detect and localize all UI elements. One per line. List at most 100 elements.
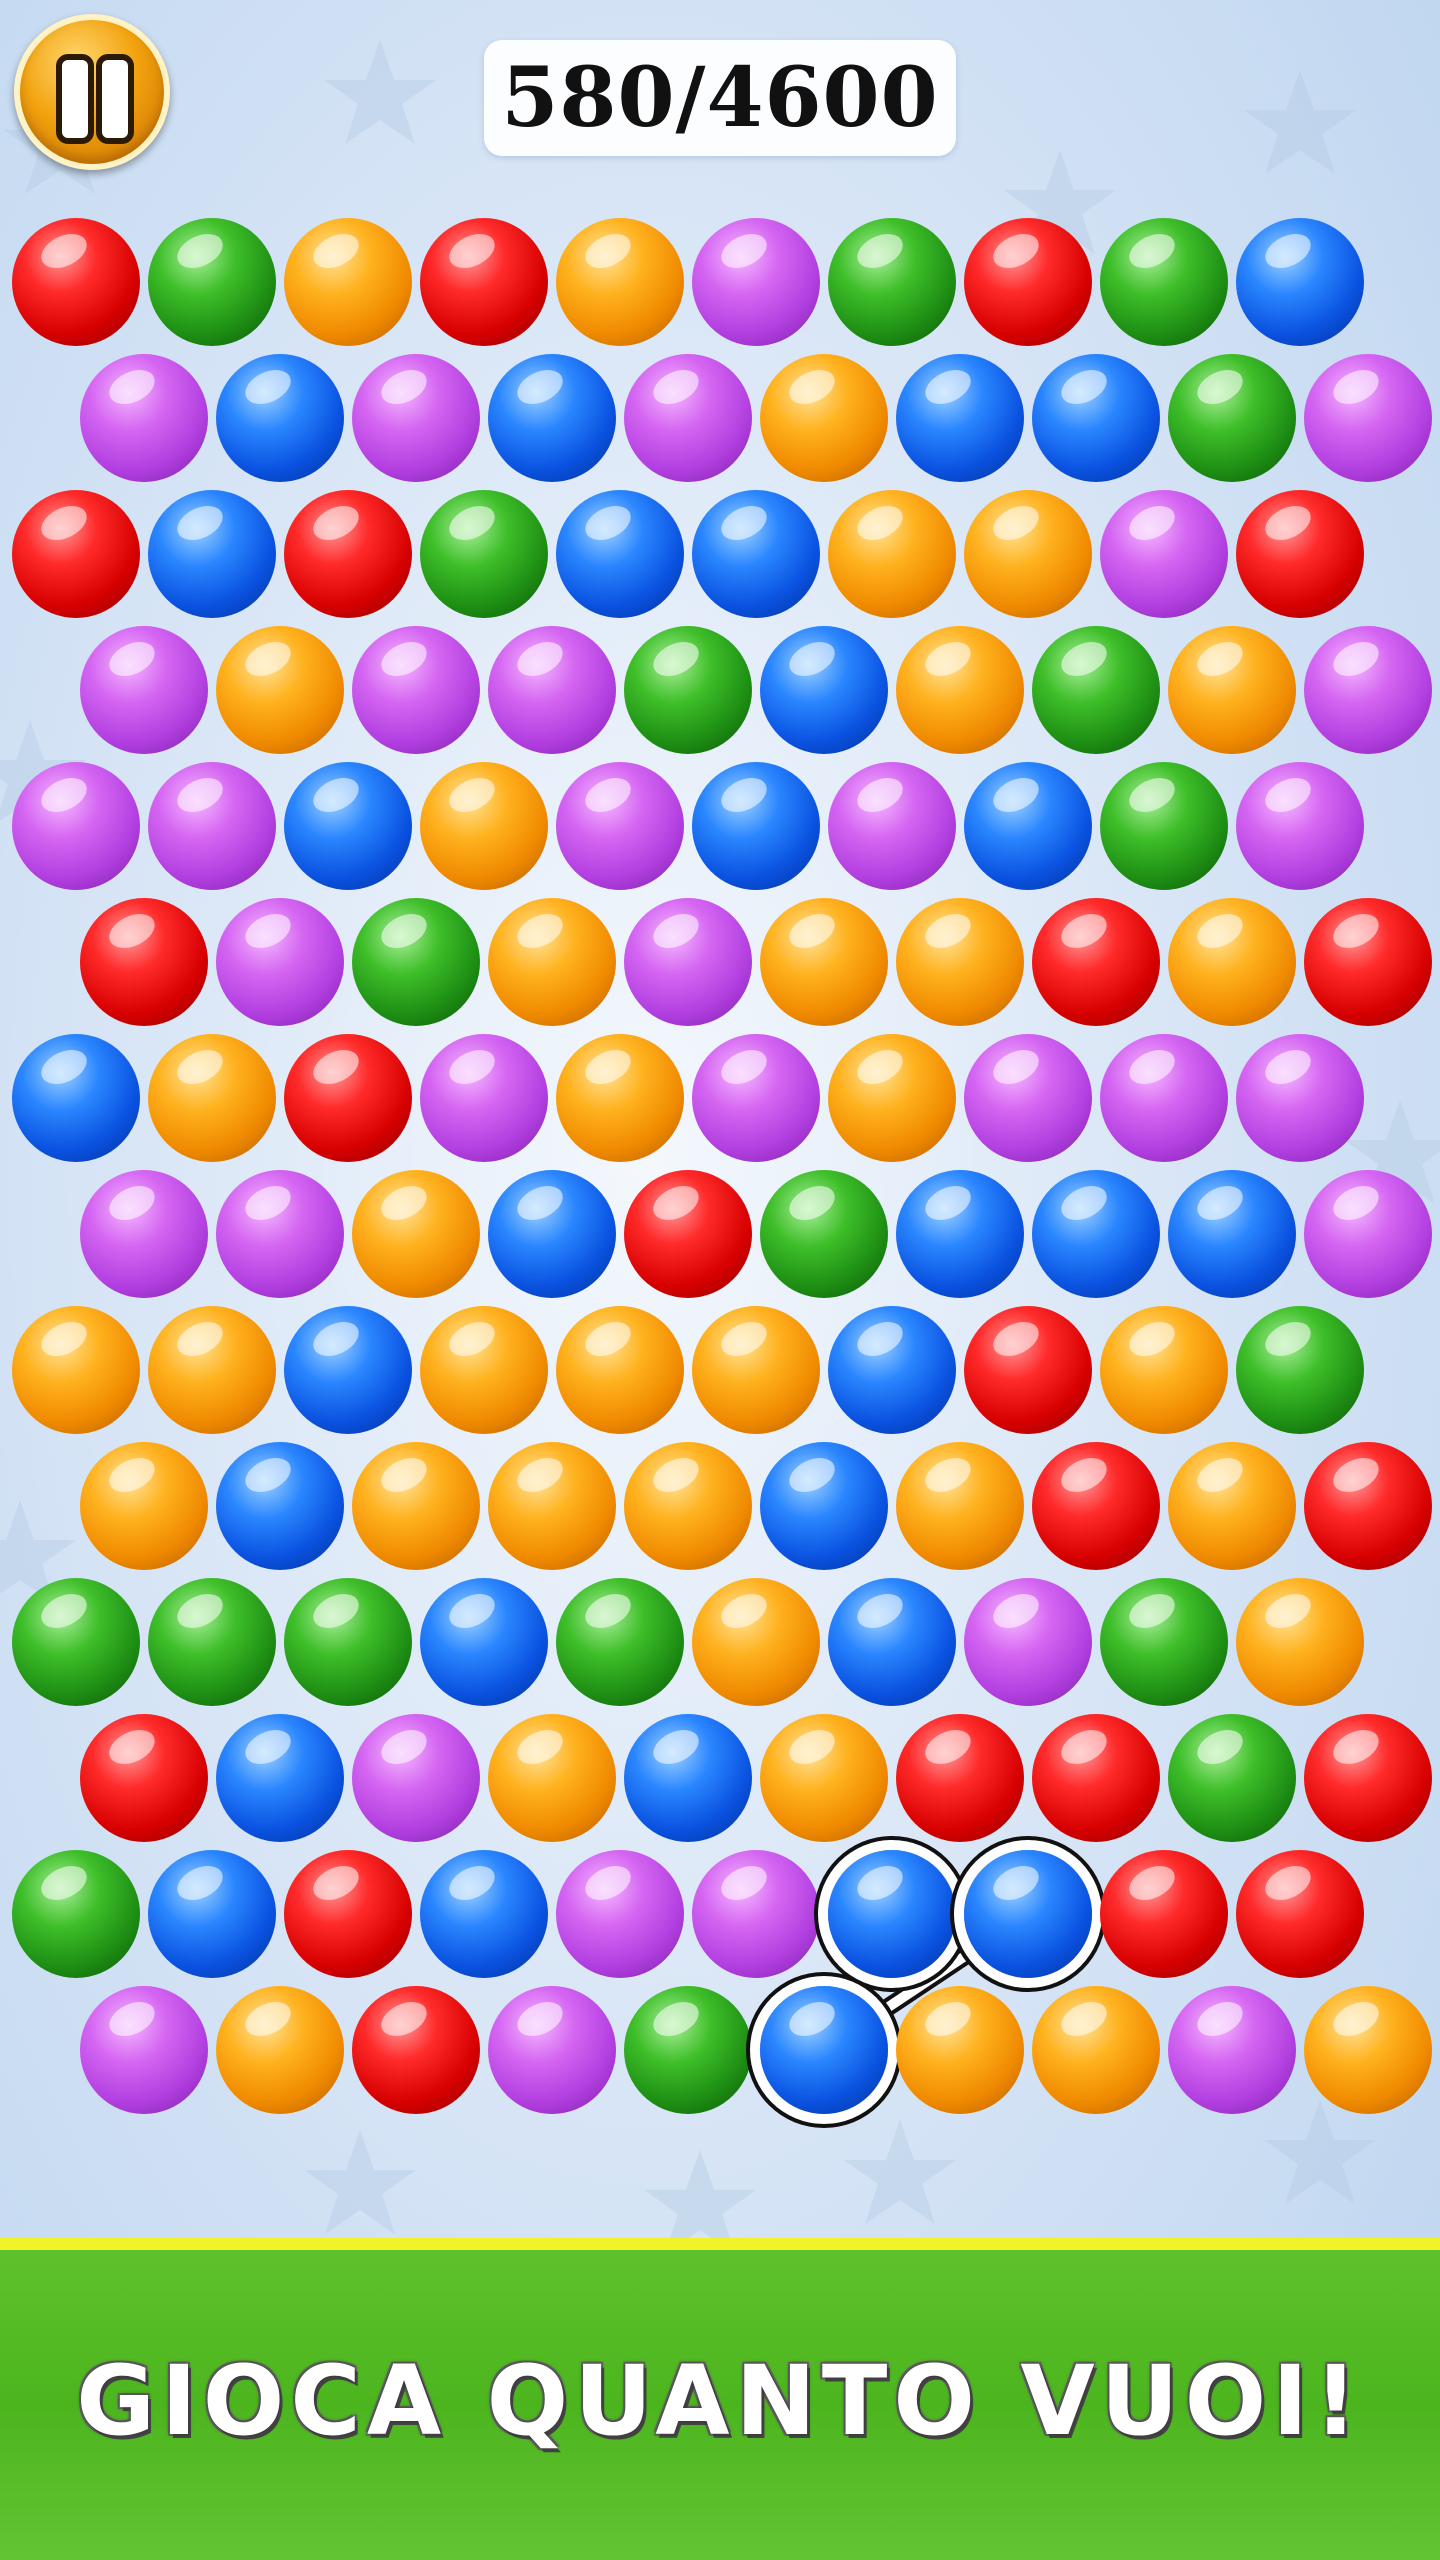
bubble-purple[interactable]	[1100, 1034, 1228, 1162]
pause-button[interactable]	[14, 14, 170, 170]
bubble-blue[interactable]	[964, 1850, 1092, 1978]
bubble-orange[interactable]	[284, 218, 412, 346]
bubble-green[interactable]	[1032, 626, 1160, 754]
bubble-purple[interactable]	[1168, 1986, 1296, 2114]
bubble-green[interactable]	[828, 218, 956, 346]
bubble-blue[interactable]	[284, 762, 412, 890]
bubble-green[interactable]	[284, 1578, 412, 1706]
bubble-orange[interactable]	[1100, 1306, 1228, 1434]
bubble-purple[interactable]	[80, 1170, 208, 1298]
bubble-blue[interactable]	[1032, 1170, 1160, 1298]
bubble-red[interactable]	[624, 1170, 752, 1298]
bubble-purple[interactable]	[80, 354, 208, 482]
bubble-purple[interactable]	[556, 1850, 684, 1978]
bubble-purple[interactable]	[624, 898, 752, 1026]
bubble-orange[interactable]	[896, 626, 1024, 754]
bubble-green[interactable]	[148, 1578, 276, 1706]
bubble-orange[interactable]	[624, 1442, 752, 1570]
bubble-green[interactable]	[1100, 1578, 1228, 1706]
bubble-purple[interactable]	[692, 1034, 820, 1162]
bubble-blue[interactable]	[216, 354, 344, 482]
bubble-green[interactable]	[624, 1986, 752, 2114]
bubble-purple[interactable]	[1236, 1034, 1364, 1162]
bubble-red[interactable]	[80, 1714, 208, 1842]
bubble-orange[interactable]	[896, 1986, 1024, 2114]
bubble-orange[interactable]	[148, 1034, 276, 1162]
bubble-purple[interactable]	[624, 354, 752, 482]
bubble-purple[interactable]	[488, 1986, 616, 2114]
bubble-orange[interactable]	[896, 1442, 1024, 1570]
bubble-green[interactable]	[760, 1170, 888, 1298]
bubble-orange[interactable]	[828, 490, 956, 618]
bubble-blue[interactable]	[488, 354, 616, 482]
bubble-orange[interactable]	[828, 1034, 956, 1162]
bubble-purple[interactable]	[80, 626, 208, 754]
bubble-red[interactable]	[12, 218, 140, 346]
bubble-blue[interactable]	[760, 1442, 888, 1570]
bubble-orange[interactable]	[1168, 626, 1296, 754]
bubble-green[interactable]	[556, 1578, 684, 1706]
bubble-red[interactable]	[352, 1986, 480, 2114]
bubble-purple[interactable]	[352, 354, 480, 482]
bubble-red[interactable]	[1304, 1442, 1432, 1570]
bubble-orange[interactable]	[1304, 1986, 1432, 2114]
bubble-red[interactable]	[1304, 1714, 1432, 1842]
bubble-blue[interactable]	[828, 1306, 956, 1434]
bubble-orange[interactable]	[556, 218, 684, 346]
bubble-red[interactable]	[1032, 898, 1160, 1026]
bubble-green[interactable]	[1236, 1306, 1364, 1434]
bubble-purple[interactable]	[692, 1850, 820, 1978]
bubble-purple[interactable]	[488, 626, 616, 754]
bubble-purple[interactable]	[1100, 490, 1228, 618]
bubble-purple[interactable]	[1304, 1170, 1432, 1298]
bubble-purple[interactable]	[420, 1034, 548, 1162]
bubble-red[interactable]	[896, 1714, 1024, 1842]
bubble-blue[interactable]	[420, 1578, 548, 1706]
bubble-orange[interactable]	[80, 1442, 208, 1570]
bubble-orange[interactable]	[488, 898, 616, 1026]
bubble-purple[interactable]	[12, 762, 140, 890]
bubble-orange[interactable]	[352, 1442, 480, 1570]
bubble-purple[interactable]	[352, 1714, 480, 1842]
bubble-purple[interactable]	[80, 1986, 208, 2114]
bubble-orange[interactable]	[420, 762, 548, 890]
bubble-orange[interactable]	[216, 1986, 344, 2114]
bubble-blue[interactable]	[148, 490, 276, 618]
bubble-red[interactable]	[1236, 490, 1364, 618]
bubble-orange[interactable]	[556, 1306, 684, 1434]
bubble-orange[interactable]	[488, 1714, 616, 1842]
bubble-green[interactable]	[12, 1850, 140, 1978]
bubble-green[interactable]	[352, 898, 480, 1026]
bubble-blue[interactable]	[148, 1850, 276, 1978]
bubble-purple[interactable]	[148, 762, 276, 890]
bubble-green[interactable]	[12, 1578, 140, 1706]
bubble-orange[interactable]	[692, 1306, 820, 1434]
bubble-orange[interactable]	[352, 1170, 480, 1298]
bubble-orange[interactable]	[420, 1306, 548, 1434]
bubble-blue[interactable]	[896, 354, 1024, 482]
bubble-blue[interactable]	[964, 762, 1092, 890]
bubble-orange[interactable]	[1168, 1442, 1296, 1570]
bubble-blue[interactable]	[488, 1170, 616, 1298]
bubble-green[interactable]	[148, 218, 276, 346]
bubble-green[interactable]	[1168, 1714, 1296, 1842]
bubble-red[interactable]	[284, 490, 412, 618]
bubble-blue[interactable]	[1168, 1170, 1296, 1298]
bubble-orange[interactable]	[896, 898, 1024, 1026]
bubble-red[interactable]	[964, 218, 1092, 346]
bubble-orange[interactable]	[1032, 1986, 1160, 2114]
bubble-red[interactable]	[80, 898, 208, 1026]
bubble-purple[interactable]	[216, 898, 344, 1026]
bubble-blue[interactable]	[420, 1850, 548, 1978]
bubble-blue[interactable]	[896, 1170, 1024, 1298]
bubble-purple[interactable]	[964, 1578, 1092, 1706]
bubble-purple[interactable]	[964, 1034, 1092, 1162]
bubble-orange[interactable]	[148, 1306, 276, 1434]
bubble-blue[interactable]	[556, 490, 684, 618]
bubble-purple[interactable]	[352, 626, 480, 754]
bubble-red[interactable]	[1032, 1442, 1160, 1570]
bubble-red[interactable]	[284, 1034, 412, 1162]
bubble-green[interactable]	[624, 626, 752, 754]
bubble-orange[interactable]	[964, 490, 1092, 618]
bubble-orange[interactable]	[760, 898, 888, 1026]
